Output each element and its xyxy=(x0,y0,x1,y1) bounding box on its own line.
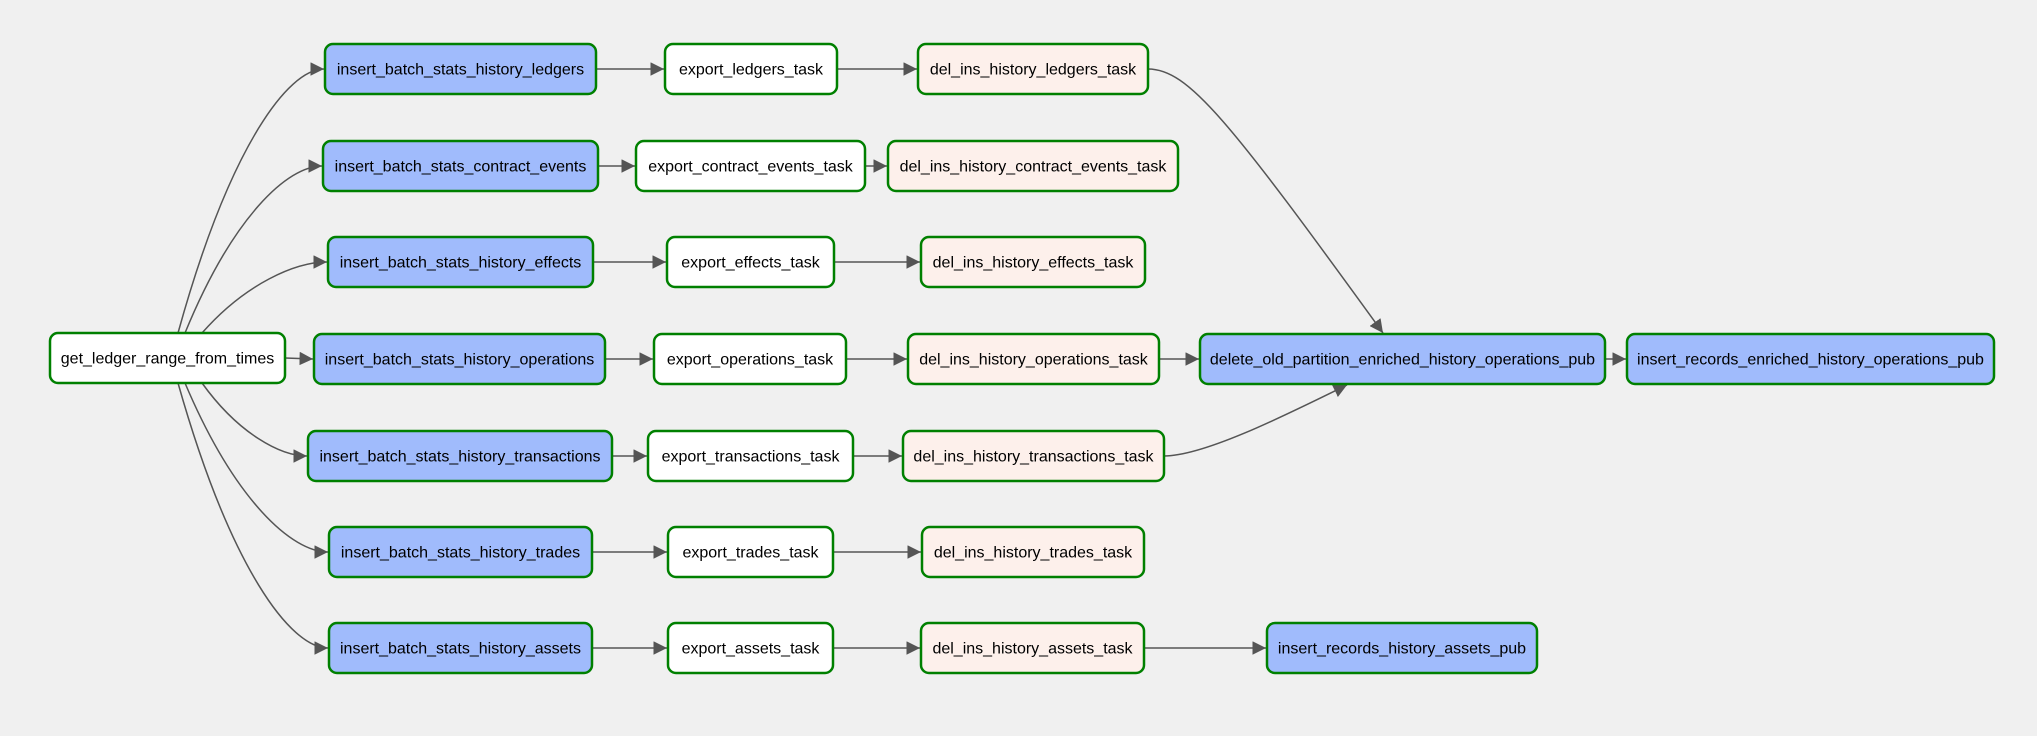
edge-get_ledger_range_from_times-to-insert_batch_stats_history_effects xyxy=(201,255,328,334)
task-node-export_assets_task[interactable]: export_assets_task xyxy=(666,621,835,675)
edge-get_ledger_range_from_times-to-insert_batch_stats_history_ledgers xyxy=(177,62,325,334)
task-node-label: export_ledgers_task xyxy=(679,62,824,79)
task-node-export_contract_events_task[interactable]: export_contract_events_task xyxy=(634,139,867,193)
task-node-del_ins_history_trades_task[interactable]: del_ins_history_trades_task xyxy=(920,525,1146,579)
task-node-label: del_ins_history_operations_task xyxy=(919,352,1149,369)
task-node-label: del_ins_history_contract_events_task xyxy=(900,159,1168,176)
task-node-delete_old_partition_enriched_history_operations_pub[interactable]: delete_old_partition_enriched_history_op… xyxy=(1198,332,1607,386)
edge-get_ledger_range_from_times-to-insert_batch_stats_history_assets xyxy=(177,382,329,655)
task-node-label: insert_batch_stats_history_transactions xyxy=(319,449,600,466)
task-node-del_ins_history_contract_events_task[interactable]: del_ins_history_contract_events_task xyxy=(886,139,1180,193)
edge-del_ins_history_transactions_task-to-delete_old_partition_enriched_history_operations_pub xyxy=(1163,384,1348,457)
task-node-insert_batch_stats_history_transactions[interactable]: insert_batch_stats_history_transactions xyxy=(306,429,614,483)
edge-get_ledger_range_from_times-to-insert_batch_stats_history_transactions xyxy=(201,382,308,463)
task-node-label: insert_batch_stats_history_operations xyxy=(325,352,595,369)
task-node-export_operations_task[interactable]: export_operations_task xyxy=(652,332,848,386)
task-node-get_ledger_range_from_times[interactable]: get_ledger_range_from_times xyxy=(48,331,287,385)
task-node-export_transactions_task[interactable]: export_transactions_task xyxy=(646,429,855,483)
task-node-insert_records_history_assets_pub[interactable]: insert_records_history_assets_pub xyxy=(1265,621,1539,675)
edge-get_ledger_range_from_times-to-insert_batch_stats_history_operations xyxy=(284,351,314,366)
task-node-label: get_ledger_range_from_times xyxy=(61,351,274,368)
task-node-label: insert_batch_stats_contract_events xyxy=(335,159,587,176)
task-node-label: del_ins_history_effects_task xyxy=(933,255,1135,272)
edge-get_ledger_range_from_times-to-insert_batch_stats_contract_events xyxy=(184,159,323,334)
edge-del_ins_history_ledgers_task-to-delete_old_partition_enriched_history_operations_pub xyxy=(1147,68,1384,334)
task-node-insert_records_enriched_history_operations_pub[interactable]: insert_records_enriched_history_operatio… xyxy=(1625,332,1996,386)
task-node-export_ledgers_task[interactable]: export_ledgers_task xyxy=(663,42,839,96)
task-node-label: insert_batch_stats_history_assets xyxy=(340,641,581,658)
task-node-export_trades_task[interactable]: export_trades_task xyxy=(666,525,835,579)
dag-graph: get_ledger_range_from_times insert_batch_… xyxy=(48,42,1996,675)
task-node-label: del_ins_history_ledgers_task xyxy=(930,62,1137,79)
edge-get_ledger_range_from_times-to-insert_batch_stats_history_trades xyxy=(184,382,329,559)
task-node-label: del_ins_history_trades_task xyxy=(934,545,1133,562)
task-node-label: del_ins_history_transactions_task xyxy=(913,449,1154,466)
task-node-del_ins_history_transactions_task[interactable]: del_ins_history_transactions_task xyxy=(901,429,1166,483)
task-node-label: export_effects_task xyxy=(681,255,820,272)
task-node-label: insert_records_history_assets_pub xyxy=(1278,641,1526,658)
task-node-del_ins_history_assets_task[interactable]: del_ins_history_assets_task xyxy=(919,621,1146,675)
task-node-label: delete_old_partition_enriched_history_op… xyxy=(1210,352,1595,369)
task-node-label: insert_records_enriched_history_operatio… xyxy=(1637,352,1984,369)
task-node-label: export_operations_task xyxy=(667,352,834,369)
task-node-insert_batch_stats_history_trades[interactable]: insert_batch_stats_history_trades xyxy=(327,525,594,579)
task-node-export_effects_task[interactable]: export_effects_task xyxy=(665,235,836,289)
task-node-label: insert_batch_stats_history_ledgers xyxy=(337,62,584,79)
task-node-label: export_contract_events_task xyxy=(648,159,854,176)
task-node-del_ins_history_ledgers_task[interactable]: del_ins_history_ledgers_task xyxy=(916,42,1150,96)
task-node-insert_batch_stats_history_ledgers[interactable]: insert_batch_stats_history_ledgers xyxy=(323,42,598,96)
nodes-layer: get_ledger_range_from_times insert_batch_… xyxy=(48,42,1996,675)
task-node-label: insert_batch_stats_history_trades xyxy=(341,545,580,562)
task-node-label: export_assets_task xyxy=(682,641,821,658)
task-node-label: export_transactions_task xyxy=(662,449,841,466)
task-node-label: del_ins_history_assets_task xyxy=(932,641,1133,658)
task-node-insert_batch_stats_history_assets[interactable]: insert_batch_stats_history_assets xyxy=(327,621,594,675)
task-node-insert_batch_stats_history_operations[interactable]: insert_batch_stats_history_operations xyxy=(312,332,607,386)
task-node-del_ins_history_effects_task[interactable]: del_ins_history_effects_task xyxy=(919,235,1147,289)
task-node-label: insert_batch_stats_history_effects xyxy=(340,255,582,272)
task-node-label: export_trades_task xyxy=(682,545,819,562)
task-node-insert_batch_stats_contract_events[interactable]: insert_batch_stats_contract_events xyxy=(321,139,600,193)
task-node-del_ins_history_operations_task[interactable]: del_ins_history_operations_task xyxy=(906,332,1161,386)
task-node-insert_batch_stats_history_effects[interactable]: insert_batch_stats_history_effects xyxy=(326,235,595,289)
